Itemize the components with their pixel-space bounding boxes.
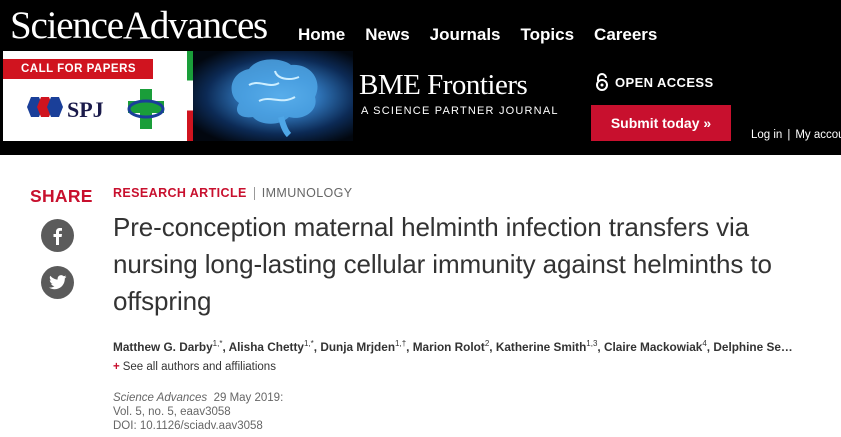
main-nav: Home News Journals Topics Careers [298,25,677,45]
author-affiliation: 1,3 [586,340,598,349]
site-header: ScienceAdvances Home News Journals Topic… [0,0,841,155]
author-affiliation: 1,† [395,340,407,349]
author-affiliation: 2 [484,340,490,349]
article-meta: RESEARCH ARTICLE IMMUNOLOGY [113,186,353,200]
journal-title: BME Frontiers [359,69,528,101]
author-list: Matthew G. Darby1,*, Alisha Chetty1,*, D… [113,340,793,354]
brain-icon [231,59,318,137]
submit-today-button[interactable]: Submit today » [591,105,731,141]
journal-date-line: Science Advances 29 May 2019: [113,391,283,405]
facebook-share-button[interactable] [41,219,74,252]
account-links: Log in | My accou [751,129,841,141]
open-access-lock-icon [596,73,608,91]
volume-info: Vol. 5, no. 5, eaav3058 [113,406,231,418]
author-link[interactable]: Dunja Mrjden [320,340,395,354]
article-subject[interactable]: IMMUNOLOGY [262,186,353,200]
author-link[interactable]: Marion Rolot [413,340,485,354]
site-logo[interactable]: ScienceAdvances [10,6,268,45]
author-link[interactable]: Alisha Chetty [229,340,304,354]
author-affiliation: 1,* [212,340,223,349]
ad-banner[interactable]: CALL FOR PAPERS SPJ BME Frontiers A SCIE… [3,51,731,141]
meta-divider [253,186,255,200]
doi[interactable]: DOI: 10.1126/sciadv.aav3058 [113,419,283,433]
open-access-label: OPEN ACCESS [595,73,714,91]
call-for-papers-label: CALL FOR PAPERS [3,59,153,79]
account-separator: | [787,129,791,141]
share-heading: SHARE [30,186,93,206]
author-link[interactable]: Claire Mackowiak [604,340,702,354]
author-link[interactable]: Matthew G. Darby [113,340,213,354]
login-link[interactable]: Log in [751,129,782,141]
twitter-share-button[interactable] [41,266,74,299]
journal-name: Science Advances [113,392,208,404]
journal-subtitle: A SCIENCE PARTNER JOURNAL [361,105,559,117]
article-type[interactable]: RESEARCH ARTICLE [113,186,247,200]
article-title: Pre-conception maternal helminth infecti… [113,212,772,316]
nav-topics[interactable]: Topics [521,25,575,45]
nav-careers[interactable]: Careers [594,25,657,45]
author-affiliation: 4 [702,340,707,349]
open-access-text: OPEN ACCESS [615,74,714,90]
twitter-icon [48,275,66,290]
spj-text: SPJ [67,97,104,122]
see-all-authors-link[interactable]: + See all authors and affiliations [113,361,276,373]
publication-date: 29 May 2019: [213,392,284,404]
see-all-label: See all authors and affiliations [122,361,276,373]
nav-journals[interactable]: Journals [430,25,501,45]
nav-home[interactable]: Home [298,25,345,45]
plus-icon: + [113,361,120,373]
ad-left-panel: CALL FOR PAPERS SPJ [3,51,193,141]
spj-hexagon-icon [27,97,63,117]
author-affiliation: 1,* [303,340,314,349]
facebook-icon [53,227,62,245]
author-link[interactable]: Delphine Se… [713,340,792,354]
publication-info: Science Advances 29 May 2019: Vol. 5, no… [113,391,283,433]
nav-news[interactable]: News [365,25,409,45]
hospital-cross-icon [127,89,165,129]
author-link[interactable]: Katherine Smith [496,340,586,354]
my-account-link[interactable]: My accou [795,129,841,141]
